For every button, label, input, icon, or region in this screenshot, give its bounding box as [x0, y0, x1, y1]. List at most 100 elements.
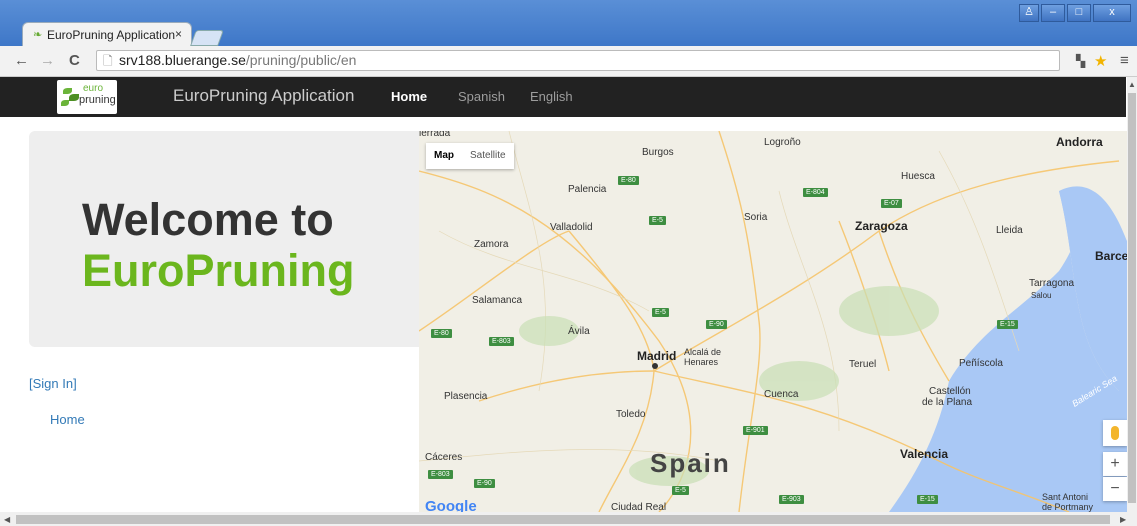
browser-tab[interactable]: ❧ EuroPruning Application ×	[22, 22, 192, 46]
map-label-country: Spain	[650, 448, 731, 478]
map-label: Tarragona	[1029, 278, 1075, 289]
nav-home[interactable]: Home	[391, 89, 427, 104]
welcome-heading: Welcome to	[82, 194, 334, 245]
map-label: Madrid	[637, 349, 677, 363]
map-label: Castellón	[929, 386, 971, 397]
map-label: Salamanca	[472, 295, 523, 306]
map-label: Burgos	[642, 147, 674, 158]
zoom-in-button[interactable]: +	[1103, 452, 1127, 476]
tab-title: EuroPruning Application	[47, 28, 176, 42]
map-label: Palencia	[568, 184, 607, 195]
menu-icon[interactable]: ≡	[1120, 52, 1129, 69]
map-label: Ciudad Real	[611, 502, 667, 512]
nav-english[interactable]: English	[530, 89, 573, 104]
map-type-map[interactable]: Map	[426, 143, 462, 169]
new-tab-button[interactable]	[190, 30, 224, 46]
brand-title[interactable]: EuroPruning Application	[173, 86, 354, 106]
map-widget[interactable]: Map Satellite Burgos Logroño Andorra Hue…	[419, 131, 1127, 512]
reload-button[interactable]: C	[69, 52, 80, 69]
road-shield: E-90	[474, 479, 495, 488]
scroll-up-icon[interactable]: ▲	[1128, 80, 1136, 89]
map-label: Zaragoza	[855, 219, 908, 233]
map-label: Teruel	[849, 359, 877, 370]
europruning-heading: EuroPruning	[82, 245, 355, 296]
scroll-left-icon[interactable]: ◀	[4, 515, 10, 524]
road-shield: E-804	[803, 188, 828, 197]
logo-text-euro: euro	[83, 83, 104, 94]
map-label: Soria	[744, 212, 768, 223]
url-path: /pruning/public/en	[245, 52, 357, 68]
europruning-logo[interactable]: euro pruning	[57, 80, 117, 114]
road-shield: E-15	[917, 495, 938, 504]
map-label: Henares	[684, 357, 719, 367]
map-label: Valladolid	[550, 222, 593, 233]
vertical-scroll-thumb[interactable]	[1128, 93, 1136, 503]
map-label: Logroño	[764, 137, 801, 148]
user-icon[interactable]: ♙	[1019, 4, 1039, 22]
vertical-scrollbar[interactable]: ▲	[1127, 77, 1137, 512]
map-label: Lleida	[996, 225, 1023, 236]
site-navbar: euro pruning EuroPruning Application Hom…	[0, 77, 1126, 117]
window-controls: ♙ – □ x	[1019, 4, 1131, 22]
map-label: Andorra	[1056, 135, 1103, 149]
map-label: de Portmany	[1042, 502, 1094, 512]
map-label: Plasencia	[444, 391, 488, 402]
bookmark-star-icon[interactable]: ★	[1094, 52, 1107, 70]
window-titlebar: ❧ EuroPruning Application × ♙ – □ x	[0, 0, 1137, 46]
road-shield: E-5	[649, 216, 666, 225]
back-button[interactable]: ←	[14, 52, 29, 69]
home-link[interactable]: Home	[50, 412, 85, 427]
leaf-icon	[61, 100, 69, 106]
road-shield: E-15	[997, 320, 1018, 329]
horizontal-scrollbar[interactable]: ◀ ▶	[0, 512, 1137, 526]
minimize-button[interactable]: –	[1041, 4, 1065, 22]
forward-button[interactable]: →	[40, 52, 55, 69]
url-host: srv188.bluerange.se	[119, 52, 246, 68]
leaf-icon	[63, 88, 72, 94]
road-shield: E-90	[706, 320, 727, 329]
maximize-button[interactable]: □	[1067, 4, 1091, 22]
favicon-icon: ❧	[33, 29, 43, 41]
road-shield: E-901	[743, 426, 768, 435]
street-view-pegman-icon[interactable]	[1103, 420, 1127, 446]
page-icon: 🗋	[103, 54, 113, 68]
map-label: Cuenca	[764, 389, 799, 400]
map-label: Huesca	[901, 171, 935, 182]
road-shield: E-803	[489, 337, 514, 346]
road-shield: E-80	[431, 329, 452, 338]
map-label: Barce	[1095, 249, 1127, 263]
map-type-control: Map Satellite	[426, 143, 514, 169]
map-label: Peñíscola	[959, 358, 1003, 369]
road-shield: E-903	[779, 495, 804, 504]
address-bar[interactable]: 🗋 srv188.bluerange.se/pruning/public/en	[96, 50, 1060, 71]
sign-in-link[interactable]: [Sign In]	[29, 376, 77, 391]
map-label: Salou	[1031, 291, 1052, 300]
map-label: de la Plana	[922, 397, 973, 408]
map-label: Alcalá de	[684, 347, 722, 357]
map-label: Sant Antoni	[1042, 492, 1089, 502]
road-shield: E-80	[618, 176, 639, 185]
leaf-icon	[69, 94, 79, 101]
nav-spanish[interactable]: Spanish	[458, 89, 505, 104]
map-type-satellite[interactable]: Satellite	[462, 143, 514, 169]
close-window-button[interactable]: x	[1093, 4, 1131, 22]
road-shield: E-5	[652, 308, 669, 317]
horizontal-scroll-thumb[interactable]	[16, 515, 1110, 524]
logo-text-pruning: pruning	[79, 94, 116, 106]
map-label: Toledo	[616, 409, 646, 420]
map-label: ierrada	[419, 131, 451, 139]
map-canvas	[419, 131, 1127, 512]
road-shield: E-803	[428, 470, 453, 479]
scroll-right-icon[interactable]: ▶	[1120, 515, 1126, 524]
map-label: Cáceres	[425, 452, 463, 463]
browser-toolbar: ← → C 🗋 srv188.bluerange.se/pruning/publ…	[0, 46, 1137, 77]
map-label: Ávila	[568, 326, 590, 337]
map-label: Valencia	[900, 447, 949, 461]
road-shield: E-07	[881, 199, 902, 208]
zoom-out-button[interactable]: −	[1103, 477, 1127, 501]
map-label: Zamora	[474, 239, 509, 250]
tab-close-icon[interactable]: ×	[175, 27, 182, 41]
google-logo[interactable]: Google	[425, 498, 477, 512]
translate-icon[interactable]: ▚	[1076, 54, 1085, 68]
road-shield: E-5	[672, 486, 689, 495]
